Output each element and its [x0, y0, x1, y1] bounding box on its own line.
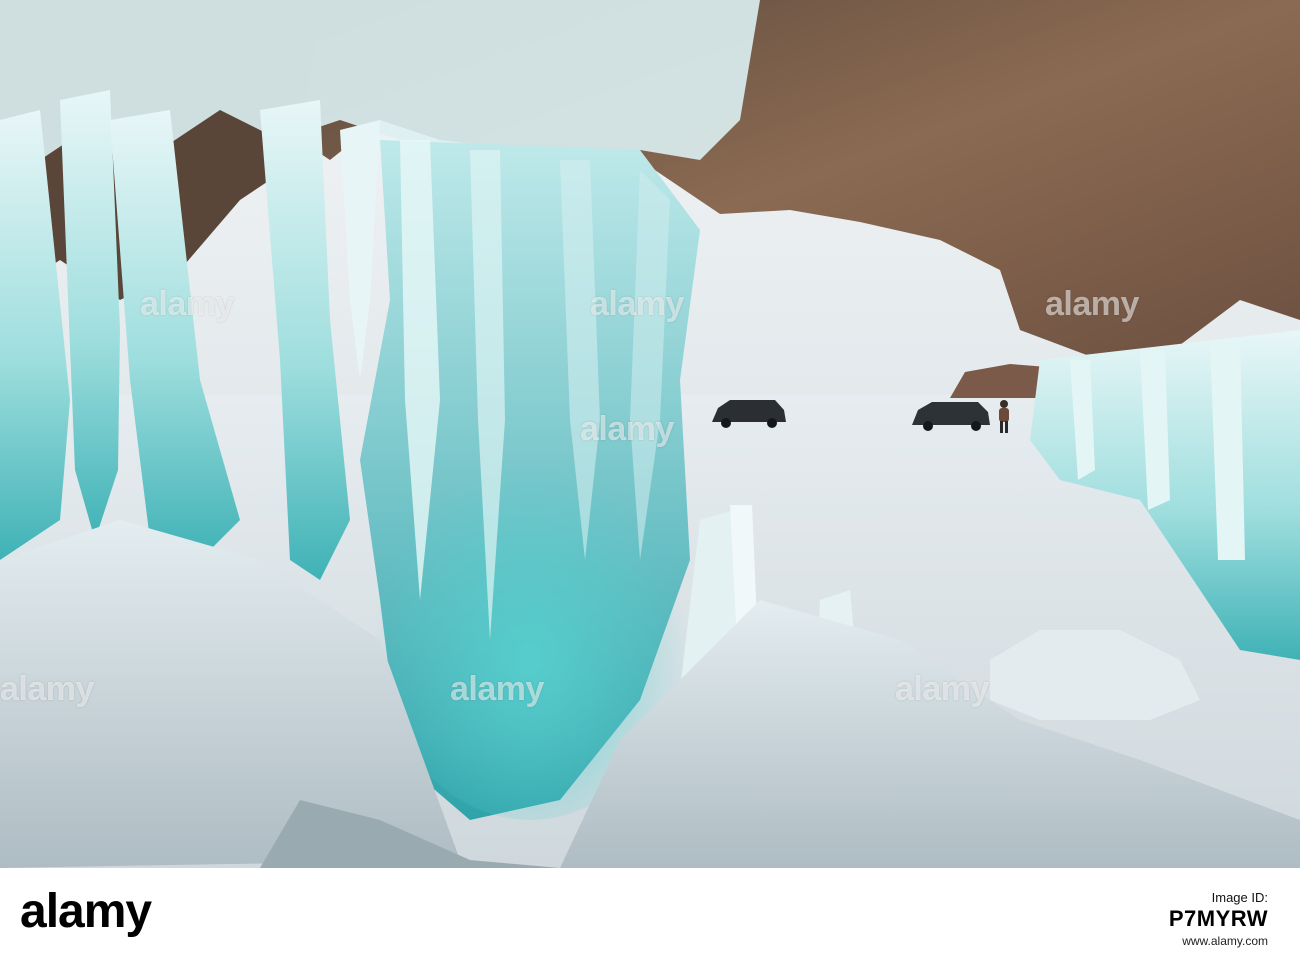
watermark-7: alamy — [895, 670, 989, 708]
watermark-4: alamy — [580, 410, 674, 448]
watermark-6: alamy — [450, 670, 544, 708]
watermark-5: alamy — [0, 670, 94, 708]
image-id-code: P7MYRW — [1168, 906, 1268, 931]
stock-footer-bar: alamy Image ID: P7MYRW www.alamy.com — [0, 868, 1300, 957]
alamy-logo: alamy — [20, 885, 152, 938]
watermark-3: alamy — [1045, 285, 1139, 323]
footer-url: www.alamy.com — [1182, 934, 1268, 948]
image-id-label: Image ID: — [1211, 890, 1268, 905]
photo-scene: alamy alamy alamy alamy alamy alamy alam… — [0, 0, 1300, 868]
image-id-block: Image ID: P7MYRW — [1169, 890, 1268, 932]
watermark-1: alamy — [140, 285, 234, 323]
watermark-2: alamy — [590, 285, 684, 323]
